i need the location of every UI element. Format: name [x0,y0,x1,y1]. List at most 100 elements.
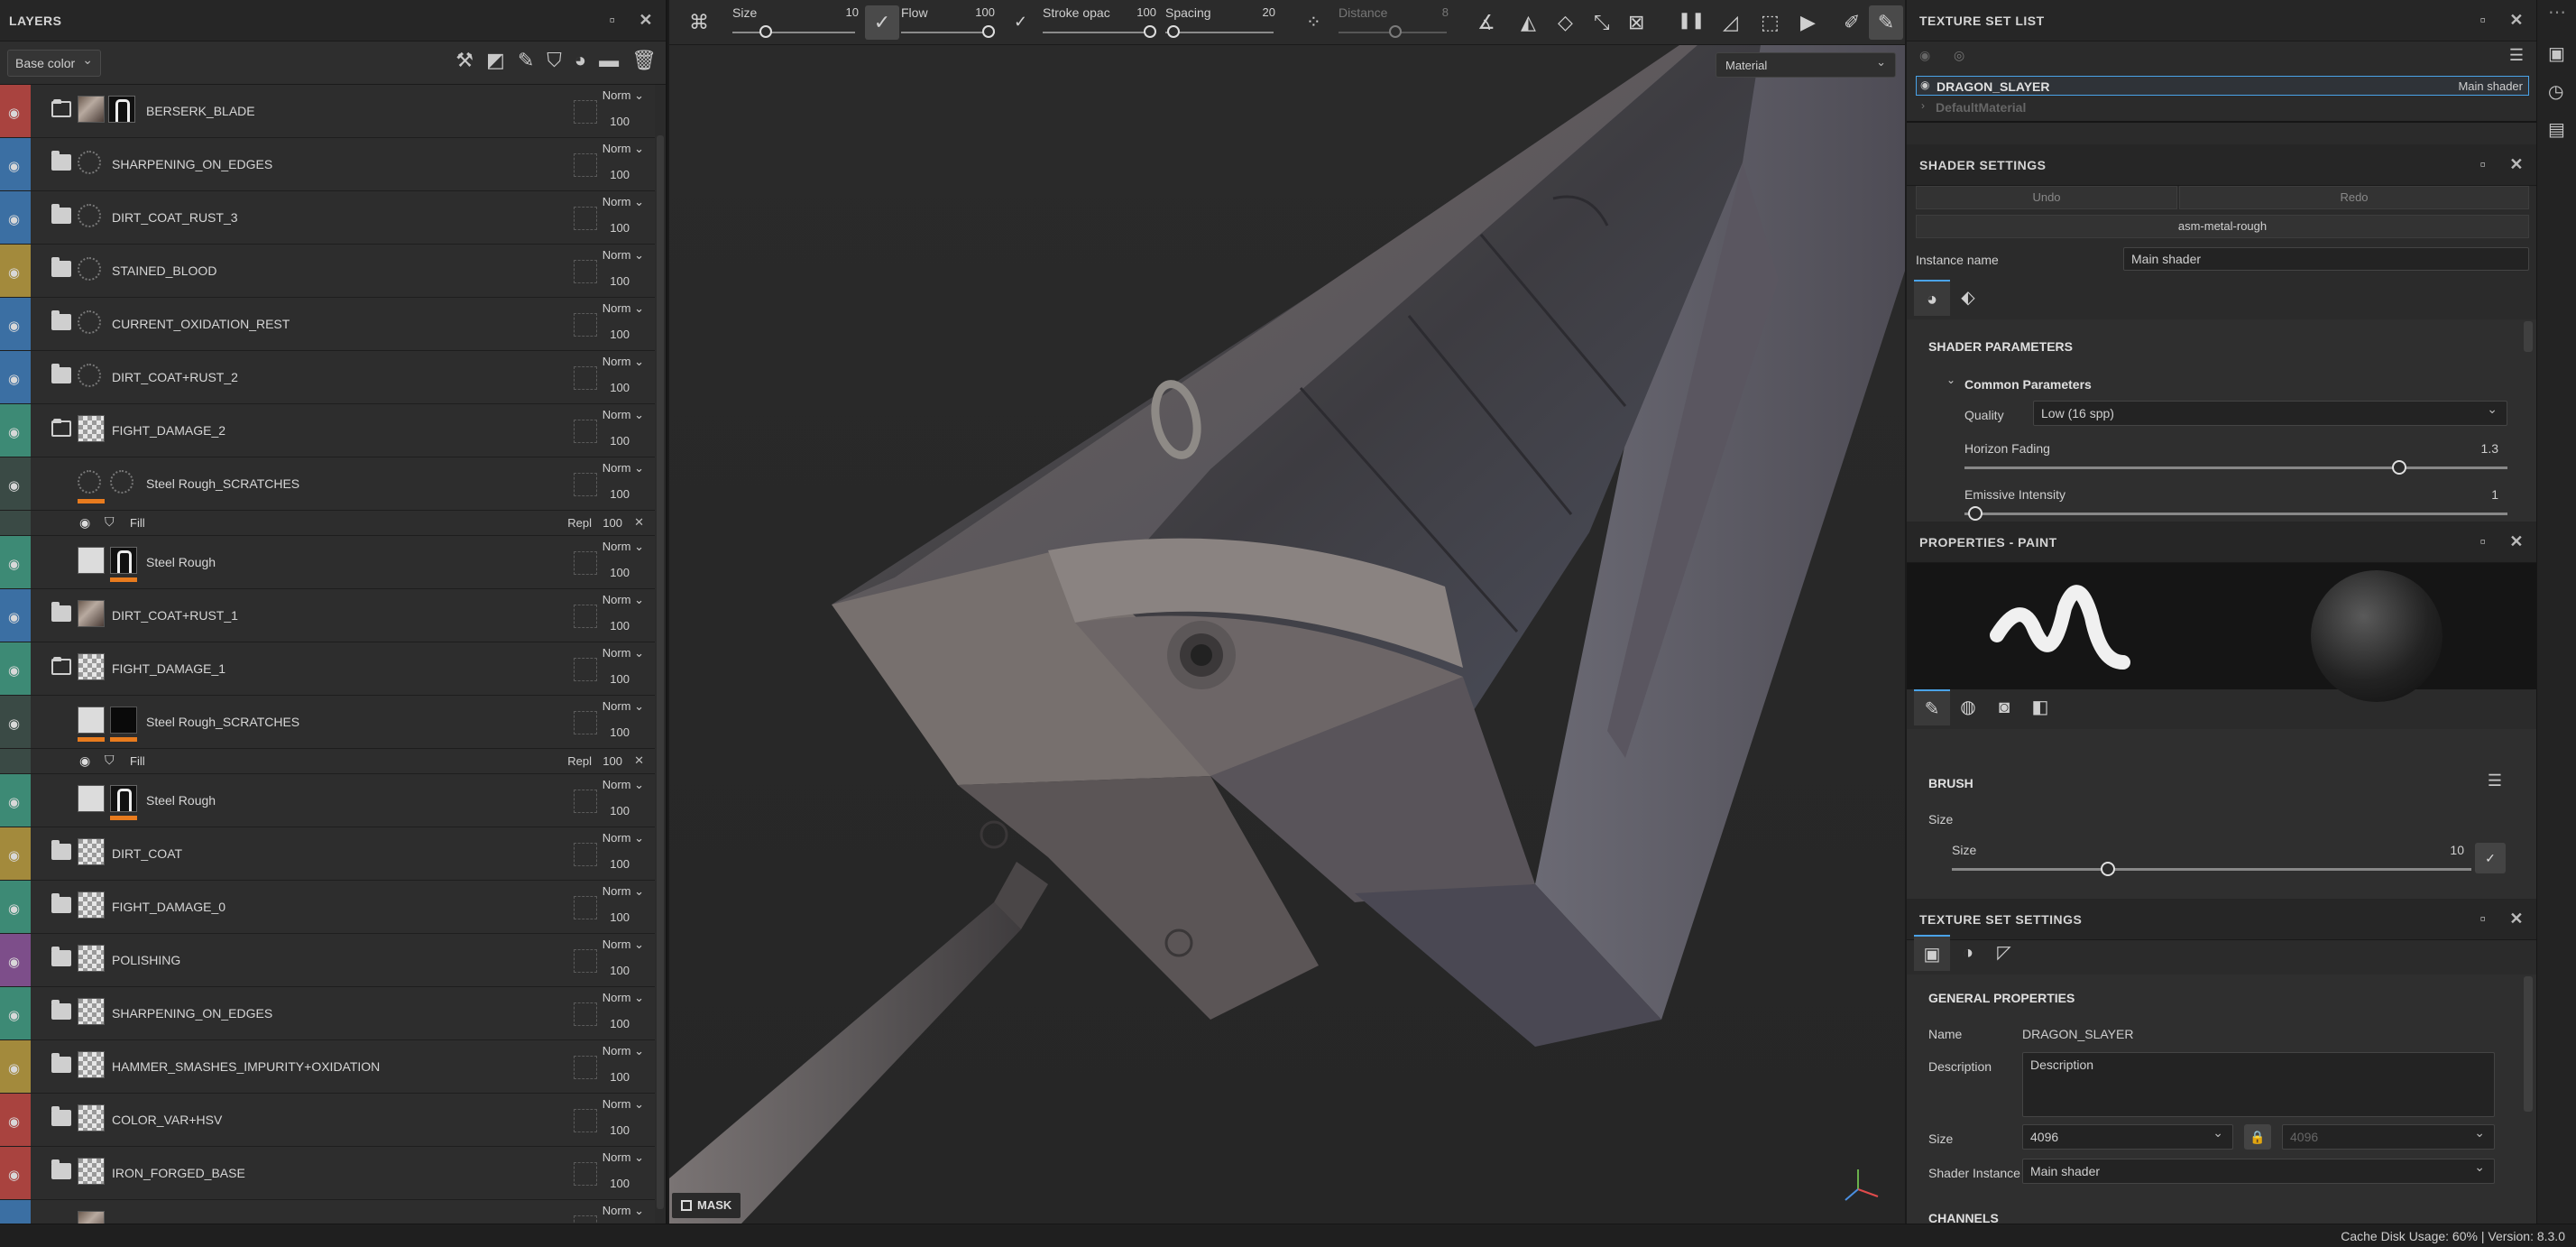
layer-row[interactable]: ◉ IRON_FORGED_BASE Norm ⌄ 100 [0,1147,655,1200]
layer-fill-effect-row[interactable]: ◉ ⛉ Fill Repl 100 ✕ [0,511,655,536]
layer-blend-mode[interactable]: Norm ⌄ [603,1097,644,1112]
layer-mask-thumbnail[interactable] [110,470,133,494]
geometry-mask-slot[interactable] [574,260,597,283]
folder-icon[interactable] [51,1053,71,1073]
redo-button[interactable]: Redo [2179,186,2529,209]
undock-icon[interactable]: ▫ [2480,155,2487,174]
folder-icon[interactable] [51,310,71,330]
geometry-mask-slot[interactable] [574,1109,597,1132]
folder-icon[interactable] [51,1159,71,1179]
layer-row[interactable]: ◉ Steel Rough_SCRATCHES Norm ⌄ 100 [0,696,655,749]
layer-blend-mode[interactable]: Norm ⌄ [603,461,644,476]
undock-icon[interactable]: ▫ [2480,11,2487,30]
spacing-slider[interactable]: Spacing 20 [1165,0,1275,45]
layer-row[interactable]: ◉ SHARPENING_ON_EDGES Norm ⌄ 100 [0,987,655,1040]
remove-effect-icon[interactable]: ✕ [634,515,644,530]
close-icon[interactable]: ✕ [2509,532,2524,551]
pen-pressure-button[interactable]: ✓ [2475,843,2506,873]
folder-icon[interactable] [51,204,71,224]
quality-select[interactable]: Low (16 spp) [2033,401,2507,426]
close-icon[interactable]: ✕ [639,11,653,30]
folder-icon[interactable] [51,657,71,675]
close-icon[interactable]: ✕ [2509,11,2524,30]
add-effect-icon[interactable]: ⚒ [455,51,474,70]
geometry-mask-slot[interactable] [574,1002,597,1026]
visibility-all-icon[interactable]: ◉ [1919,49,1930,61]
layer-row[interactable]: ◉ SHARPENING_ON_EDGES Norm ⌄ 100 [0,138,655,191]
layers-scrollbar[interactable] [657,135,664,1209]
instance-name-field[interactable]: Main shader [2123,247,2529,271]
geometry-mask-slot[interactable] [574,207,597,230]
layer-opacity[interactable]: 100 [610,910,630,924]
texture-set-row-dragon-slayer[interactable]: ◉ DRAGON_SLAYER Main shader [1916,76,2529,96]
flow-slider-control[interactable]: Flow 100 [888,0,995,45]
layer-mask-thumbnail[interactable] [108,96,135,123]
description-field[interactable]: Description [2022,1052,2495,1117]
effect-opacity[interactable]: 100 [603,754,622,768]
layer-blend-mode[interactable]: Norm ⌄ [603,248,644,263]
layer-blend-mode[interactable]: Norm ⌄ [603,408,644,422]
folder-icon[interactable] [51,257,71,277]
wrap-icon[interactable]: ◇ [1558,11,1573,34]
angle-icon[interactable]: ∡ [1477,11,1495,34]
uv-tab-icon[interactable]: ◸ [1986,935,2022,971]
layer-row[interactable]: ◉ STAINED_BLOOD Norm ⌄ 100 [0,245,655,298]
eye-icon[interactable]: ◉ [8,662,20,679]
camera-icon[interactable]: ▶ [1800,11,1816,34]
layer-opacity[interactable]: 100 [610,964,630,977]
layer-blend-mode[interactable]: Norm ⌄ [603,593,644,607]
layer-opacity[interactable]: 100 [610,1123,630,1137]
channel-select[interactable]: Base color [7,49,101,77]
close-icon[interactable]: ✕ [2509,155,2524,174]
layer-blend-mode[interactable]: Norm ⌄ [603,301,644,316]
brush-settings-icon[interactable]: ✐ [1844,11,1860,34]
texture-set-scrollbar[interactable] [2524,976,2533,1112]
size-select-secondary[interactable]: 4096 [2282,1124,2495,1150]
general-tab-icon[interactable]: ▣ [1914,935,1950,971]
layer-row[interactable]: ◉ Steel Rough Norm ⌄ 100 [0,536,655,589]
layer-row[interactable]: ◉ POLISHING Norm ⌄ 100 [0,934,655,987]
chevron-right-icon[interactable]: › [1921,100,1925,111]
layer-row[interactable]: ◉ DIRT_COAT Norm ⌄ 100 [0,827,655,881]
geometry-mask-slot[interactable] [574,100,597,124]
geometry-mask-slot[interactable] [574,366,597,390]
layer-opacity[interactable]: 100 [610,115,630,128]
layer-opacity[interactable]: 100 [610,274,630,288]
layer-opacity[interactable]: 100 [610,328,630,341]
layer-blend-mode[interactable]: Norm ⌄ [603,142,644,156]
folder-icon[interactable] [51,99,71,117]
folder-icon[interactable] [51,419,71,437]
brush-tab-icon[interactable]: ✎ [1914,689,1950,725]
layer-row[interactable]: ◉ CURRENT_OXIDATION_REST Norm ⌄ 100 [0,298,655,351]
viewport-material-select[interactable]: Material [1716,52,1896,78]
layer-opacity[interactable]: 100 [610,566,630,579]
paint-tool-icon[interactable]: ✎ [1869,5,1903,40]
layer-opacity[interactable]: 100 [610,1070,630,1084]
layer-fill-effect-row[interactable]: ◉ ⛉ Fill Repl 100 ✕ [0,749,655,774]
shader-params-tab-icon[interactable]: ◕ [1914,280,1950,316]
layer-blend-mode[interactable]: Norm ⌄ [603,1150,644,1165]
size-select[interactable]: 4096 [2022,1124,2233,1150]
undock-icon[interactable]: ▫ [610,11,616,30]
eye-icon[interactable]: ◉ [8,477,20,494]
shader-tex-tab-icon[interactable]: ⬖ [1950,280,1986,316]
layer-blend-mode[interactable]: Norm ⌄ [603,646,644,660]
folder-icon[interactable] [51,151,71,171]
horizon-fading-knob[interactable] [2391,460,2406,475]
layer-row[interactable]: ◉ DIRT_COAT+RUST_1 Norm ⌄ 100 [0,589,655,642]
geometry-mask-slot[interactable] [574,790,597,813]
geometry-mask-slot[interactable] [574,605,597,628]
layer-row[interactable]: ◉Norm ⌄ [0,1200,655,1224]
layer-row[interactable]: ◉ FIGHT_DAMAGE_2 Norm ⌄ 100 [0,404,655,457]
layer-mask-thumbnail[interactable] [110,785,137,812]
shader-select-button[interactable]: asm-metal-rough [1916,215,2529,238]
viewport-2d-icon[interactable]: ◿ [1723,11,1738,34]
eye-icon[interactable]: ◉ [8,1007,20,1023]
layer-blend-mode[interactable]: Norm ⌄ [603,1044,644,1058]
layer-blend-mode[interactable]: Norm ⌄ [603,1204,644,1218]
geometry-mask-slot[interactable] [574,1215,597,1224]
layer-row[interactable]: ◉ FIGHT_DAMAGE_1 Norm ⌄ 100 [0,642,655,696]
flow-knob[interactable] [982,25,995,38]
layer-blend-mode[interactable]: Norm ⌄ [603,88,644,103]
layer-blend-mode[interactable]: Norm ⌄ [603,938,644,952]
